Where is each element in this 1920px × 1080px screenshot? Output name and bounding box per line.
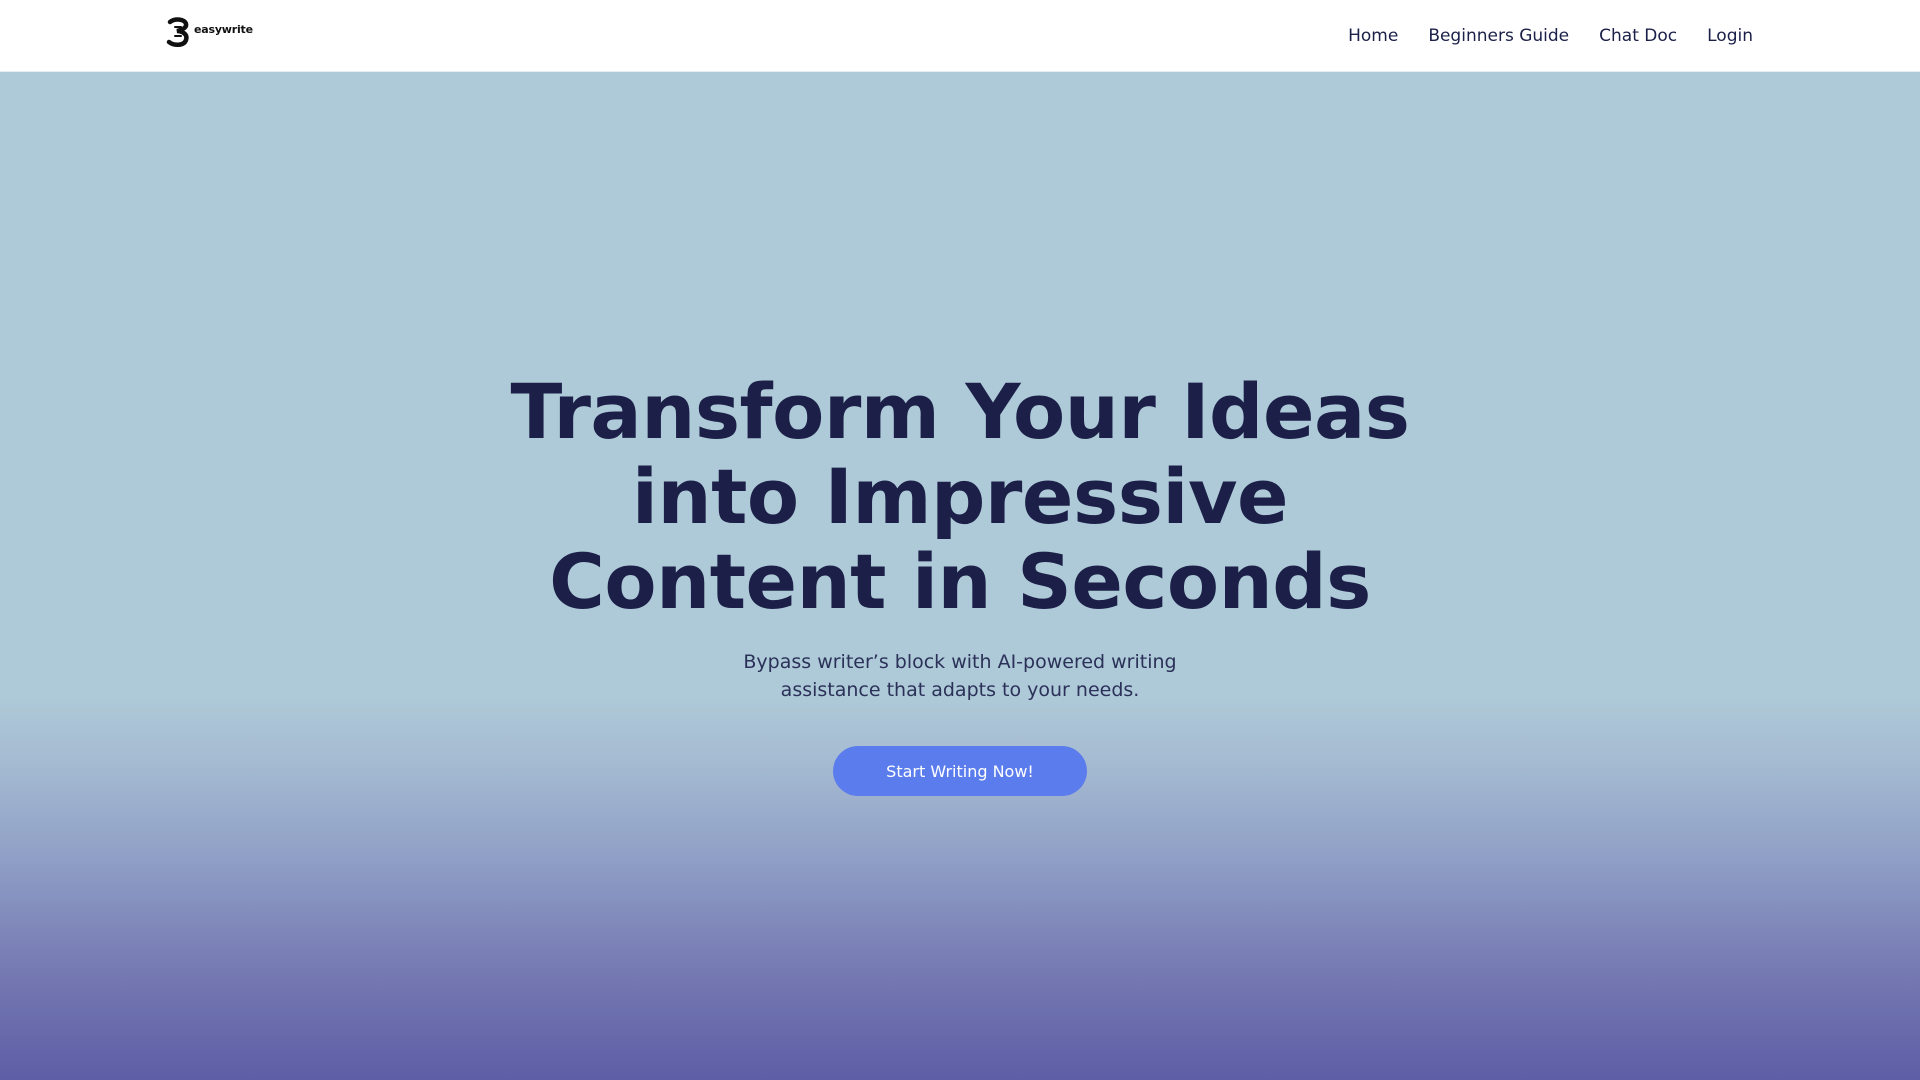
nav-link-chat-doc[interactable]: Chat Doc (1599, 26, 1677, 46)
site-header: easywrite Home Beginners Guide Chat Doc … (0, 0, 1920, 72)
hero-title-line: Content in Seconds (549, 537, 1371, 626)
hero-subtitle-line: Bypass writer’s block with AI-powered wr… (743, 651, 1177, 673)
nav-link-beginners-guide[interactable]: Beginners Guide (1428, 26, 1569, 46)
start-writing-button[interactable]: Start Writing Now! (833, 746, 1087, 796)
hero-subtitle: Bypass writer’s block with AI-powered wr… (0, 648, 1920, 704)
nav-link-login[interactable]: Login (1707, 26, 1753, 46)
logo-text: easywrite (194, 22, 253, 36)
main-nav: Home Beginners Guide Chat Doc Login (1348, 0, 1753, 72)
nav-link-home[interactable]: Home (1348, 26, 1398, 46)
hero-title-line: Transform Your Ideas (510, 367, 1410, 456)
hero-section: Transform Your Ideas into Impressive Con… (0, 72, 1920, 1080)
hero-subtitle-line: assistance that adapts to your needs. (780, 679, 1140, 701)
hero-title-line: into Impressive (631, 452, 1289, 541)
hero-title: Transform Your Ideas into Impressive Con… (0, 369, 1920, 624)
logo-link[interactable]: easywrite (166, 17, 253, 47)
easywrite-logo-icon (166, 17, 189, 47)
